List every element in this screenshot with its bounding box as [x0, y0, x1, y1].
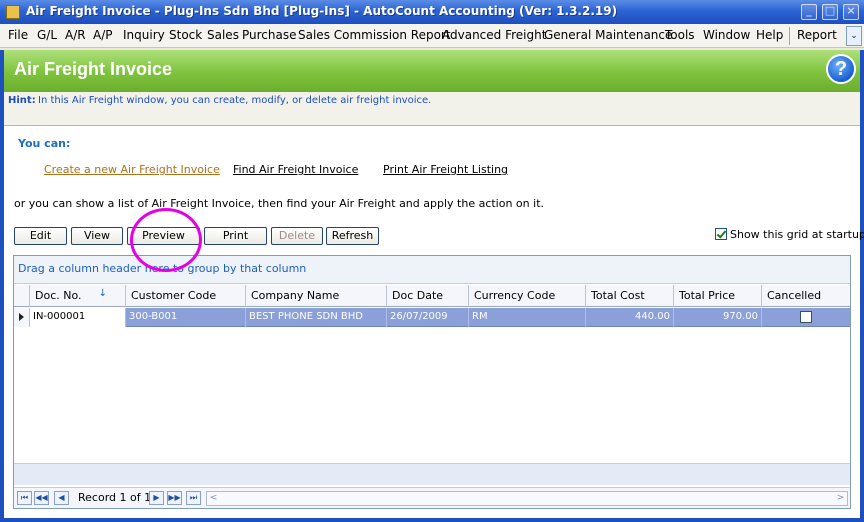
show-grid-checkbox[interactable] [715, 228, 727, 240]
menu-ar[interactable]: A/R [65, 28, 86, 42]
next-page-icon[interactable]: ▶▶ [167, 491, 182, 505]
table-row[interactable]: IN-000001 300-B001 BEST PHONE SDN BHD 26… [30, 308, 850, 327]
you-can-heading: You can: [18, 137, 71, 150]
minimize-icon: _ [806, 4, 812, 17]
menu-sales-commission-report[interactable]: Sales Commission Report [298, 28, 451, 42]
window-title: Air Freight Invoice - Plug-Ins Sdn Bhd [… [26, 4, 618, 18]
view-button[interactable]: View [71, 227, 123, 245]
group-by-panel[interactable]: Drag a column header here to group by th… [14, 256, 850, 284]
preview-button[interactable]: Preview [127, 227, 200, 245]
menu-separator [789, 27, 790, 45]
title-bar: Air Freight Invoice - Plug-Ins Sdn Bhd [… [0, 0, 864, 24]
help-icon[interactable]: ? [826, 54, 856, 84]
cancelled-checkbox[interactable] [800, 311, 812, 323]
last-record-icon[interactable]: ⏭ [186, 491, 201, 505]
grid-header: Doc. No. ↓ Customer Code Company Name Do… [14, 285, 850, 307]
horizontal-scrollbar[interactable]: < > [206, 491, 848, 506]
previous-record-icon[interactable]: ◀ [54, 491, 69, 505]
page-title: Air Freight Invoice [14, 59, 173, 79]
row-indicator-arrow-icon [14, 308, 30, 327]
menu-purchase[interactable]: Purchase [242, 28, 297, 42]
cell-doc-date[interactable]: 26/07/2009 [387, 308, 469, 327]
column-header-doc-date[interactable]: Doc Date [387, 285, 469, 307]
hint-label: Hint: [8, 95, 36, 106]
show-grid-label: Show this grid at startup [730, 228, 864, 241]
menu-overflow-chevron-icon[interactable]: ⌄ [846, 26, 862, 46]
next-record-icon[interactable]: ▶ [149, 491, 164, 505]
refresh-button[interactable]: Refresh [326, 227, 379, 245]
cell-cancelled[interactable] [762, 308, 850, 327]
cell-company-name[interactable]: BEST PHONE SDN BHD [246, 308, 387, 327]
cell-customer-code[interactable]: 300-B001 [126, 308, 246, 327]
invoice-grid: Drag a column header here to group by th… [13, 255, 851, 509]
column-header-customer-code[interactable]: Customer Code [126, 285, 246, 307]
create-invoice-link[interactable]: Create a new Air Freight Invoice [44, 163, 220, 176]
menu-help[interactable]: Help [756, 28, 783, 42]
hint-text: In this Air Freight window, you can crea… [38, 95, 432, 106]
content-panel: You can: Create a new Air Freight Invoic… [4, 126, 864, 518]
previous-page-icon[interactable]: ◀◀ [34, 491, 49, 505]
minimize-button[interactable]: _ [801, 4, 817, 20]
column-header-currency-code[interactable]: Currency Code [469, 285, 586, 307]
menu-advanced-freight[interactable]: Advanced Freight [442, 28, 546, 42]
find-invoice-link[interactable]: Find Air Freight Invoice [233, 163, 358, 176]
column-header-company-name[interactable]: Company Name [246, 285, 387, 307]
column-header-cancelled[interactable]: Cancelled [762, 285, 850, 307]
menu-file[interactable]: File [8, 28, 28, 42]
maximize-icon: □ [824, 4, 836, 17]
close-button[interactable]: × [843, 4, 859, 20]
record-navigator: ⏮ ◀◀ ◀ Record 1 of 1 ▶ ▶▶ ⏭ < > [14, 487, 850, 508]
menu-stock[interactable]: Stock [169, 28, 202, 42]
column-header-total-price[interactable]: Total Price [674, 285, 762, 307]
menu-ap[interactable]: A/P [93, 28, 113, 42]
print-listing-link[interactable]: Print Air Freight Listing [383, 163, 508, 176]
close-icon: × [846, 4, 856, 17]
maximize-button[interactable]: □ [822, 4, 838, 20]
first-record-icon[interactable]: ⏮ [17, 491, 32, 505]
group-by-hint: Drag a column header here to group by th… [18, 262, 307, 275]
scroll-left-icon[interactable]: < [207, 492, 220, 505]
menu-window[interactable]: Window [703, 28, 750, 42]
edit-button[interactable]: Edit [14, 227, 67, 245]
menu-sales[interactable]: Sales [207, 28, 239, 42]
cell-total-cost[interactable]: 440.00 [586, 308, 674, 327]
window-border-right [860, 50, 864, 522]
sort-descending-icon: ↓ [98, 288, 107, 299]
hint-bar: Hint: In this Air Freight window, you ca… [4, 92, 860, 126]
cell-doc-no[interactable]: IN-000001 [30, 308, 126, 327]
cell-currency-code[interactable]: RM [469, 308, 586, 327]
show-grid-startup-toggle[interactable]: Show this grid at startup [715, 228, 864, 241]
menu-gl[interactable]: G/L [37, 28, 57, 42]
column-header-doc-no[interactable]: Doc. No. ↓ [30, 285, 126, 307]
menu-inquiry[interactable]: Inquiry [123, 28, 165, 42]
cell-total-price[interactable]: 970.00 [674, 308, 762, 327]
page-banner: Air Freight Invoice ? [4, 50, 860, 92]
app-icon [6, 5, 20, 19]
grid-footer [14, 463, 850, 485]
scroll-right-icon[interactable]: > [834, 492, 847, 505]
record-counter: Record 1 of 1 [78, 491, 152, 504]
menu-bar: File G/L A/R A/P Inquiry Stock Sales Pur… [0, 24, 864, 48]
header-indicator-cell [14, 285, 30, 307]
menu-report[interactable]: Report [797, 28, 837, 42]
column-header-total-cost[interactable]: Total Cost [586, 285, 674, 307]
delete-button[interactable]: Delete [271, 227, 323, 245]
print-button[interactable]: Print [204, 227, 267, 245]
menu-general-maintenance[interactable]: General Maintenance [544, 28, 672, 42]
menu-tools[interactable]: Tools [665, 28, 695, 42]
window-border-bottom [0, 518, 864, 522]
instructions-text: or you can show a list of Air Freight In… [14, 197, 544, 210]
column-header-label: Doc. No. [35, 289, 82, 302]
